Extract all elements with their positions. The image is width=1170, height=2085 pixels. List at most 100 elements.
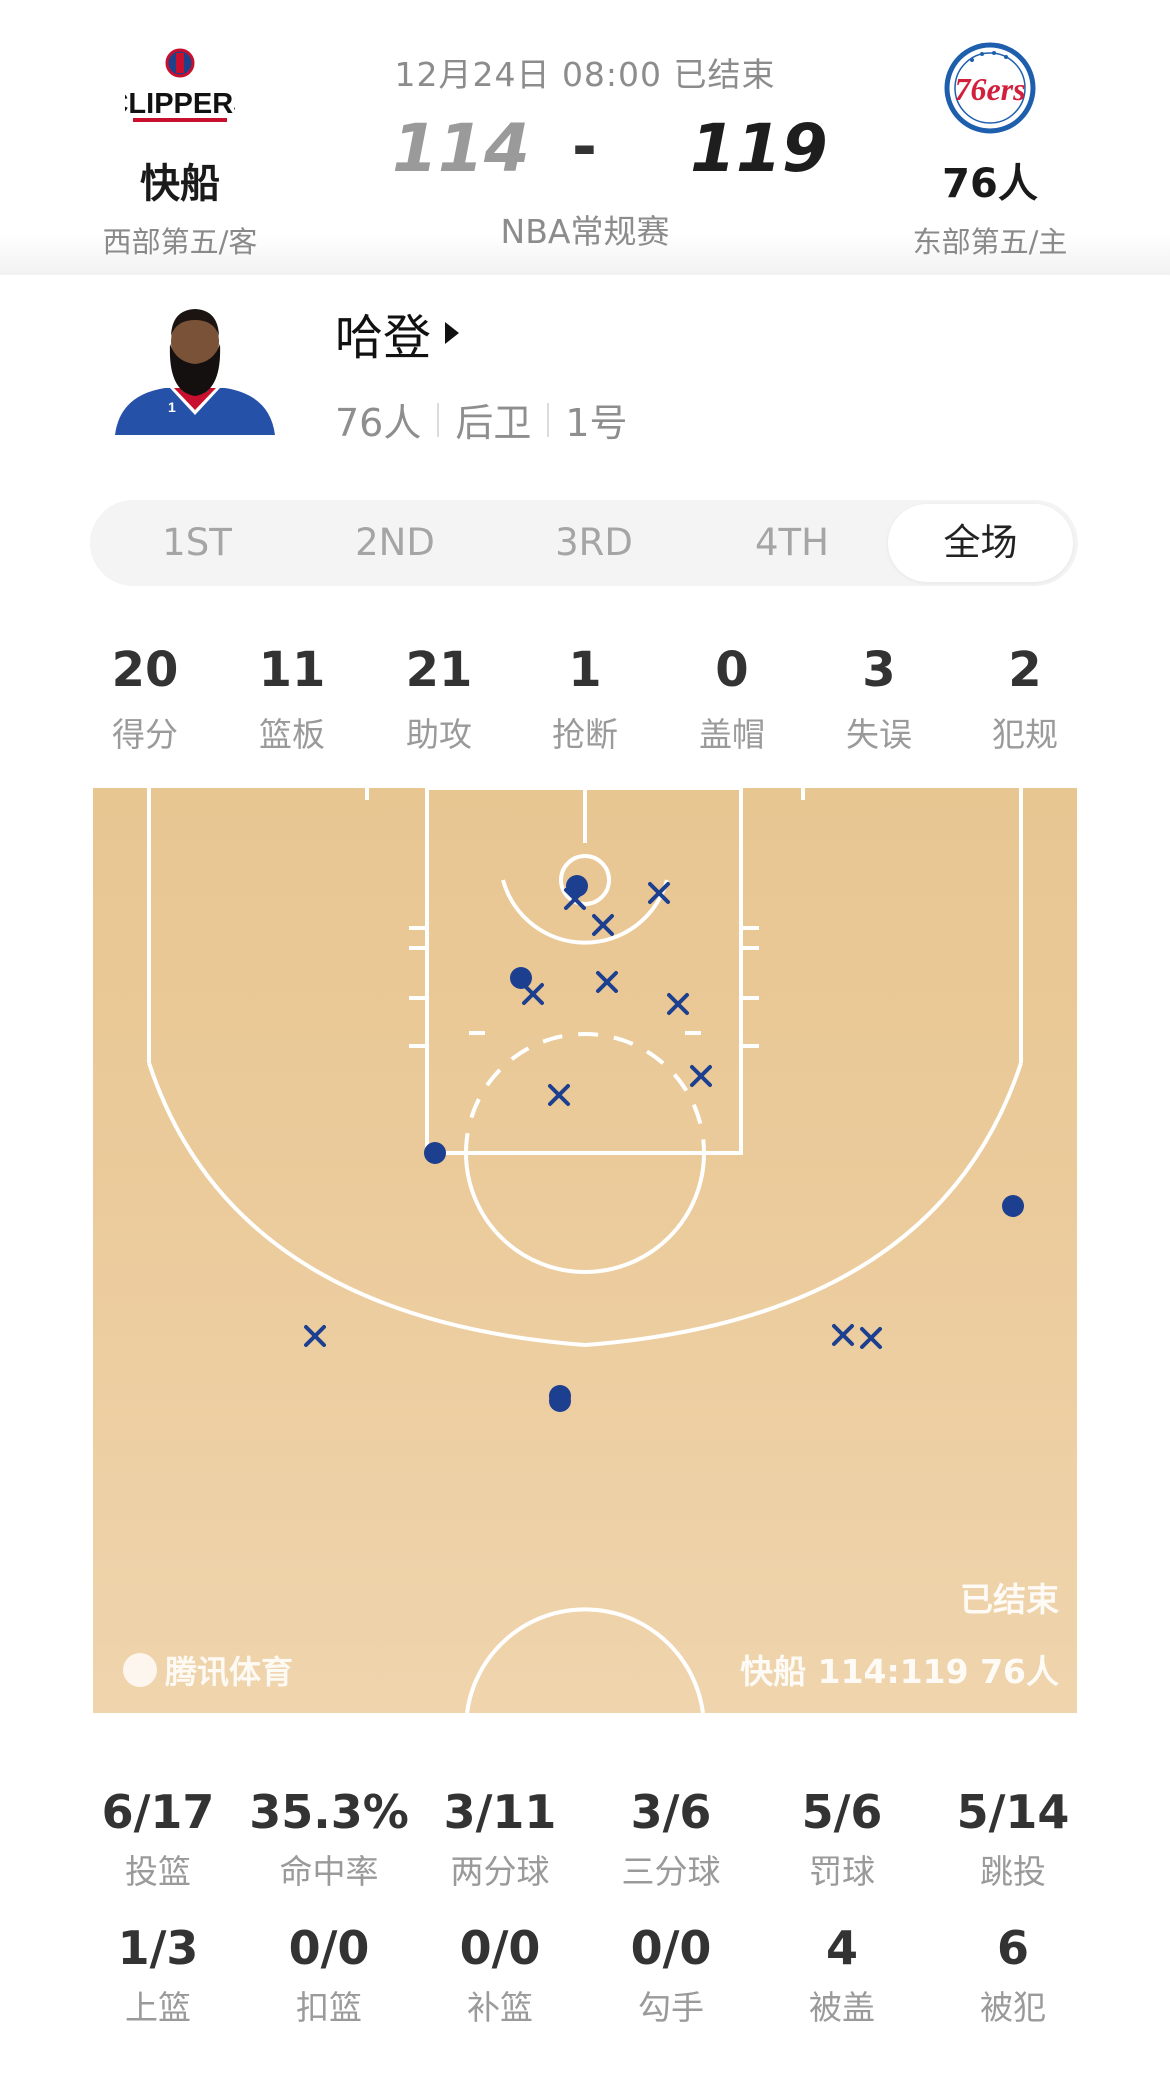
stat-value: 6: [996, 1921, 1029, 1975]
missed-shot-marker: [690, 1065, 712, 1087]
stat-steals: 1 抢断: [512, 642, 658, 756]
stat-label: 盖帽: [699, 715, 765, 754]
jersey-number: 1: [168, 399, 176, 415]
three-point-arc: [147, 1062, 1023, 1348]
stat-fg-percentage: 35.3% 命中率: [243, 1785, 415, 1893]
stat-points: 20 得分: [72, 642, 218, 756]
stat-three-pointers: 3/6 三分球: [585, 1785, 757, 1893]
stat-tip-ins: 0/0 补篮: [414, 1921, 586, 2029]
stat-value: 20: [111, 642, 179, 698]
player-name-link[interactable]: 哈登: [335, 298, 460, 368]
stat-label: 罚球: [809, 1852, 875, 1891]
stat-jump-shots: 5/14 跳投: [927, 1785, 1099, 1893]
score-separator: -: [572, 112, 597, 182]
free-throw-circle-bottom: [464, 1152, 706, 1274]
stat-label: 被犯: [980, 1988, 1046, 2027]
stat-value: 4: [825, 1921, 858, 1975]
stat-label: 扣篮: [296, 1988, 362, 2027]
stat-label: 被盖: [809, 1988, 875, 2027]
stat-value: 0/0: [459, 1921, 541, 1975]
stat-value: 0: [715, 642, 749, 698]
stat-label: 得分: [112, 715, 178, 754]
stat-label: 补篮: [467, 1988, 533, 2027]
home-team[interactable]: 76ers 76人 东部第五/主: [870, 30, 1110, 261]
shot-chart: 腾讯体育 已结束 快船 114:119 76人: [93, 788, 1077, 1713]
stat-field-goals: 6/17 投篮: [72, 1785, 244, 1893]
player-number: 1号: [565, 401, 628, 445]
player-team: 76人: [335, 401, 422, 445]
stat-hook-shots: 0/0 勾手: [585, 1921, 757, 2029]
box-score-stats: 20 得分 11 篮板 21 助攻 1 抢断 0 盖帽 3 失误 2 犯规: [0, 642, 1170, 762]
missed-shot-marker: [860, 1327, 882, 1349]
home-team-rank: 东部第五/主: [912, 225, 1068, 259]
stat-label: 两分球: [450, 1852, 550, 1891]
caret-right-icon: [445, 322, 460, 344]
stat-layups: 1/3 上篮: [72, 1921, 244, 2029]
stat-fouled: 6 被犯: [927, 1921, 1099, 2029]
made-shot-marker: [424, 1142, 446, 1164]
missed-shot-marker: [596, 971, 618, 993]
brand-name: 腾讯体育: [165, 1653, 294, 1691]
brand-watermark: 腾讯体育: [123, 1647, 293, 1693]
stat-label: 篮板: [259, 715, 325, 754]
tab-2nd[interactable]: 2ND: [315, 500, 475, 586]
stat-two-pointers: 3/11 两分球: [414, 1785, 586, 1893]
stat-label: 失误: [846, 715, 912, 754]
center-circle: [465, 1607, 705, 1713]
stat-value: 11: [258, 642, 326, 698]
game-header: CLIPPERS 快船 西部第五/客 12月24日 08:00 已结束 114 …: [0, 0, 1170, 275]
meta-divider: [547, 402, 550, 437]
game-status-watermark: 已结束: [960, 1580, 1059, 1619]
76ers-logo-icon: 76ers: [870, 30, 1110, 145]
player-avatar[interactable]: 1: [110, 300, 280, 435]
stat-value: 3/11: [443, 1785, 557, 1839]
stat-value: 1: [568, 642, 602, 698]
stat-value: 2: [1008, 642, 1042, 698]
stat-label: 命中率: [279, 1852, 379, 1891]
stat-value: 5/14: [956, 1785, 1070, 1839]
made-shot-marker: [510, 967, 532, 989]
stat-label: 助攻: [406, 715, 472, 754]
missed-shot-marker: [548, 1084, 570, 1106]
court-lines: [147, 788, 1024, 1713]
stat-value: 21: [405, 642, 473, 698]
stat-free-throws: 5/6 罚球: [756, 1785, 928, 1893]
stat-label: 跳投: [980, 1852, 1046, 1891]
missed-shot-marker: [592, 914, 614, 936]
stat-blocked: 4 被盖: [756, 1921, 928, 2029]
free-throw-circle-top: [464, 1032, 706, 1154]
stat-label: 上篮: [125, 1988, 191, 2027]
missed-shot-marker: [304, 1325, 326, 1347]
stat-value: 1/3: [117, 1921, 199, 1975]
stat-value: 0/0: [288, 1921, 370, 1975]
stat-label: 勾手: [638, 1988, 704, 2027]
player-position: 后卫: [455, 401, 532, 445]
home-score: 119: [690, 110, 828, 187]
stat-turnovers: 3 失误: [806, 642, 952, 756]
stat-value: 6/17: [101, 1785, 215, 1839]
missed-shot-marker: [832, 1324, 854, 1346]
stat-value: 3: [862, 642, 896, 698]
shooting-row: 6/17 投篮 35.3% 命中率 3/11 两分球 3/6 三分球 5/6 罚…: [0, 1785, 1170, 1921]
away-score: 114: [392, 110, 530, 187]
stat-label: 犯规: [992, 715, 1058, 754]
tab-1st[interactable]: 1ST: [117, 500, 277, 586]
76ers-logo-text: 76ers: [954, 71, 1025, 107]
stat-blocks: 0 盖帽: [659, 642, 805, 756]
stat-value: 35.3%: [249, 1785, 409, 1839]
tab-full-game[interactable]: 全场: [888, 504, 1073, 582]
shooting-stats: 6/17 投篮 35.3% 命中率 3/11 两分球 3/6 三分球 5/6 罚…: [0, 1785, 1170, 2057]
home-team-name: 76人: [942, 161, 1038, 207]
tab-3rd[interactable]: 3RD: [514, 500, 674, 586]
stat-label: 投篮: [125, 1852, 191, 1891]
stat-label: 三分球: [621, 1852, 721, 1891]
stat-value: 0/0: [630, 1921, 712, 1975]
score-watermark: 快船 114:119 76人: [740, 1652, 1059, 1691]
stat-dunks: 0/0 扣篮: [243, 1921, 415, 2029]
stat-label: 抢断: [552, 715, 618, 754]
away-team-name: 快船: [140, 161, 220, 207]
tencent-sports-logo-icon: [123, 1653, 157, 1687]
tab-4th[interactable]: 4TH: [712, 500, 872, 586]
missed-shot-marker: [522, 983, 544, 1005]
period-tabs: 1ST 2ND 3RD 4TH 全场: [90, 500, 1078, 586]
